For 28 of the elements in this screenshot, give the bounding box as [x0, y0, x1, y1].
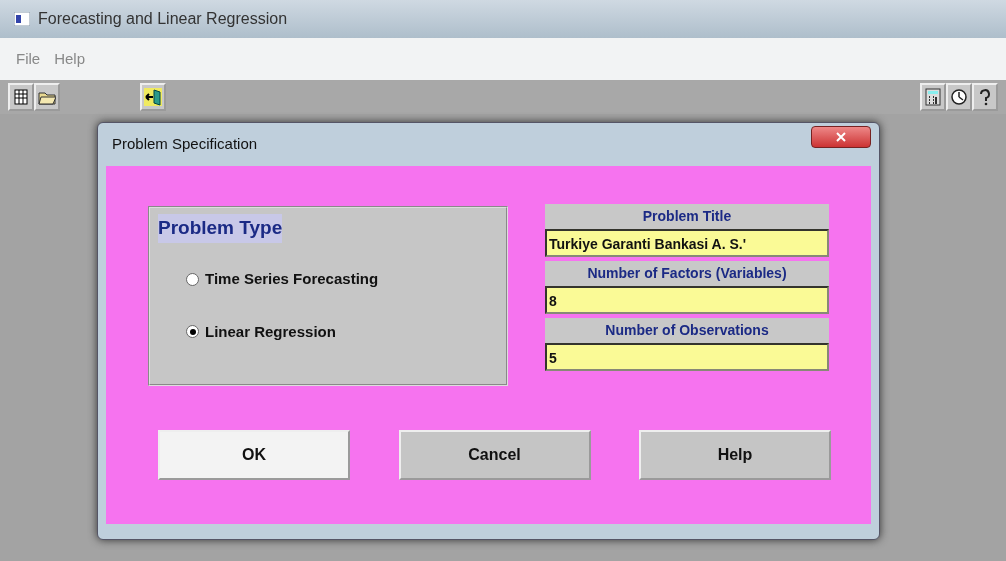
dialog-button[interactable]: Cancel [398, 430, 591, 480]
input-field[interactable]: Turkiye Garanti Bankasi A. S.' [545, 229, 829, 257]
input-field[interactable]: 5 [545, 343, 829, 371]
radio-option[interactable]: Time Series Forecasting [186, 268, 379, 291]
radio-button[interactable] [186, 272, 199, 286]
close-icon [836, 132, 846, 143]
close-button[interactable] [811, 125, 871, 148]
dialog-button[interactable]: OK [158, 430, 350, 480]
field-label: Number of Factors (Variables) [545, 261, 829, 286]
field-label: Problem Title [545, 204, 829, 229]
toolbar-button[interactable] [34, 83, 60, 111]
dialog-button[interactable]: Help [639, 430, 831, 480]
toolbar-button[interactable] [140, 83, 166, 111]
toolbar-button[interactable] [8, 83, 34, 111]
group-label: Problem Type [158, 214, 283, 243]
sheet-icon [12, 88, 30, 106]
toolbar-button[interactable] [972, 83, 998, 111]
radio-button[interactable] [186, 325, 199, 339]
radio-option[interactable]: Linear Regression [186, 320, 336, 343]
field-label: Number of Observations [545, 318, 829, 343]
app-icon [14, 12, 30, 26]
toolbar-button[interactable] [946, 83, 972, 111]
calculator-icon [924, 88, 942, 106]
toolbar-button[interactable] [920, 83, 946, 111]
clock-icon [950, 88, 968, 106]
window-title: Forecasting and Linear Regression [38, 9, 288, 29]
dialog-title: Problem Specification [112, 134, 258, 155]
input-field[interactable]: 8 [545, 286, 829, 314]
